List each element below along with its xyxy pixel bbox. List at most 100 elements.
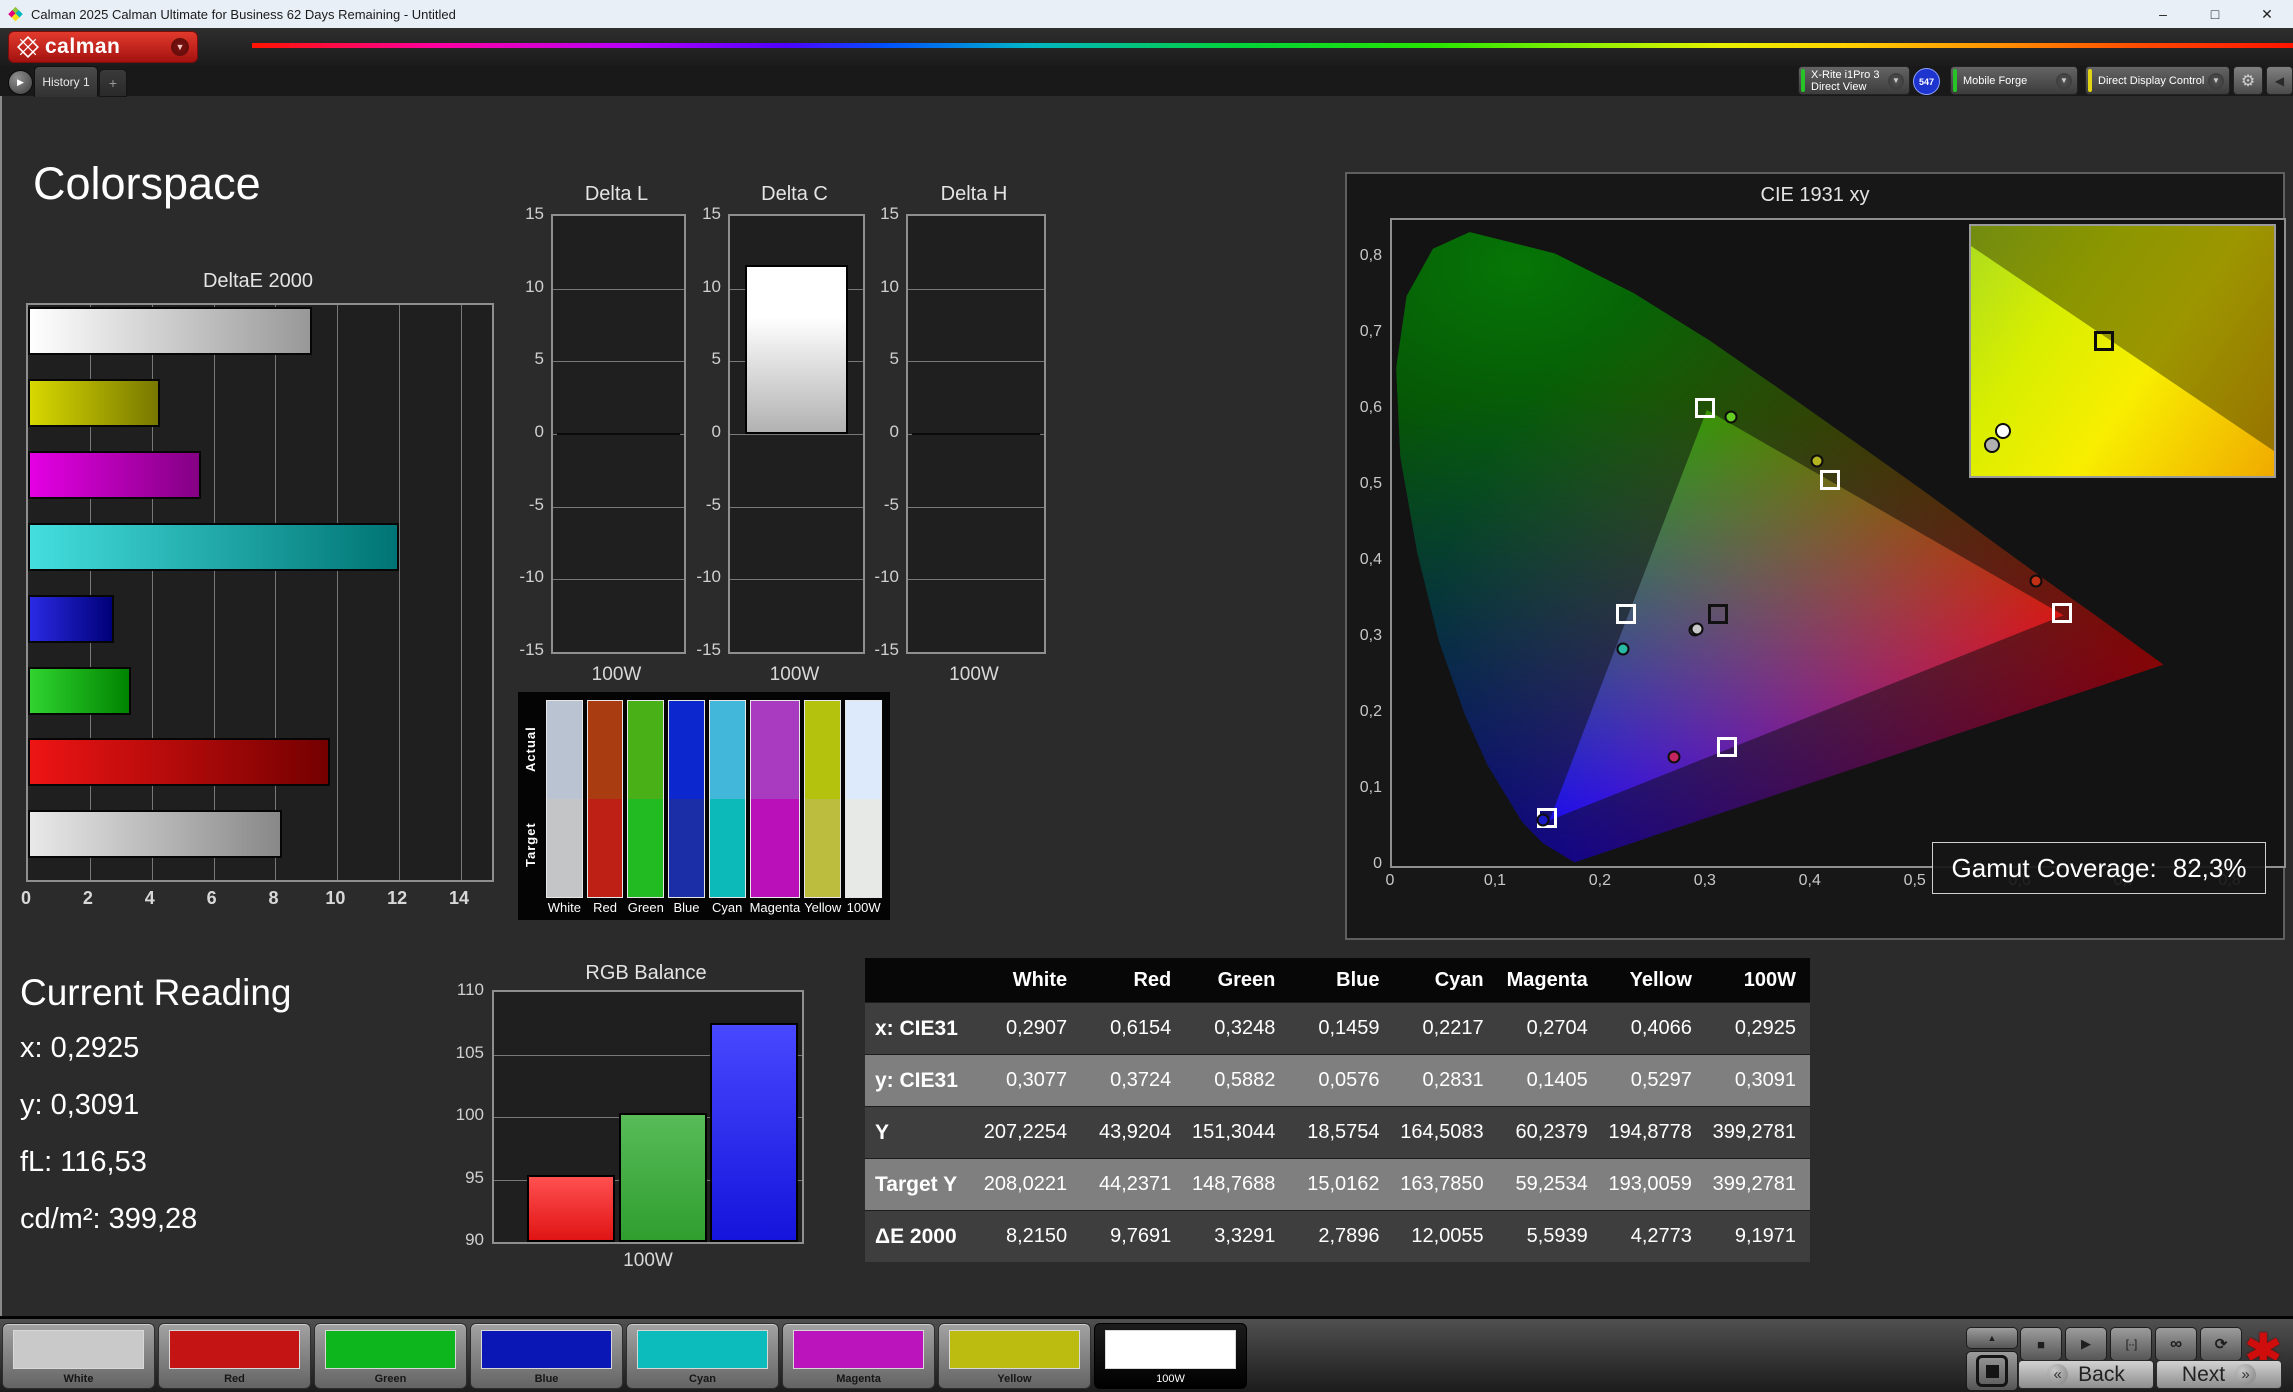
expand-transport-button[interactable]: ▲ — [1966, 1327, 2018, 1349]
rgb-balance-chart — [492, 990, 804, 1244]
pattern-button-cyan[interactable]: Cyan — [626, 1323, 779, 1389]
y-tick-label: 10 — [525, 277, 544, 297]
pattern-button-green[interactable]: Green — [314, 1323, 467, 1389]
source-status-stripe — [1953, 69, 1957, 92]
target-row-label: Target — [523, 797, 538, 892]
gridline — [553, 289, 684, 290]
x-tick-label: 10 — [325, 888, 345, 909]
column-header-magenta: Magenta — [1498, 969, 1602, 992]
gridline — [399, 305, 400, 880]
display-status-stripe — [2088, 69, 2092, 92]
current-reading-value: fL: 116,53 — [20, 1146, 147, 1179]
source-name: Mobile Forge — [1963, 75, 2027, 87]
settings-button[interactable]: ⚙ — [2233, 66, 2263, 95]
y-tick-label: 90 — [465, 1230, 484, 1250]
pattern-button-label: Yellow — [939, 1373, 1090, 1385]
pattern-button-label: 100W — [1095, 1373, 1246, 1385]
x-category-label: 100W — [592, 664, 642, 686]
deltae-bar-white — [28, 810, 282, 858]
swatch-label: Red — [587, 898, 624, 918]
chevron-down-icon: ▼ — [2208, 73, 2224, 89]
x-tick-label: 0 — [21, 888, 31, 909]
cie-x-tick-label: 0 — [1386, 872, 1395, 890]
current-reading-value: cd/m²: 399,28 — [20, 1203, 197, 1236]
pattern-window-button[interactable] — [1966, 1351, 2018, 1391]
gridline — [908, 579, 1044, 580]
gridline — [730, 579, 863, 580]
column-header-white: White — [977, 969, 1081, 992]
target-swatch — [846, 799, 881, 897]
pattern-button-white[interactable]: White — [2, 1323, 155, 1389]
table-cell: 399,2781 — [1706, 1173, 1810, 1196]
actual-swatch — [846, 701, 881, 799]
actual-swatch — [751, 701, 800, 799]
add-tab-button[interactable]: + — [99, 69, 127, 97]
read-series-button[interactable]: [··] — [2110, 1327, 2152, 1361]
close-button[interactable]: ✕ — [2241, 0, 2293, 28]
pattern-swatch — [13, 1330, 144, 1369]
deltae-bar-magenta — [28, 451, 201, 499]
pattern-button-blue[interactable]: Blue — [470, 1323, 623, 1389]
current-reading-title: Current Reading — [20, 972, 291, 1014]
minimize-button[interactable]: – — [2137, 0, 2189, 28]
cie-y-tick-label: 0,8 — [1360, 247, 1382, 265]
table-cell: 0,2907 — [977, 1017, 1081, 1040]
source-dropdown[interactable]: Mobile Forge ▼ — [1950, 66, 2078, 95]
column-header-100w: 100W — [1706, 969, 1810, 992]
pattern-button-label: Red — [159, 1373, 310, 1385]
y-tick-label: -5 — [529, 495, 544, 515]
chevron-down-icon: ▼ — [1888, 73, 1904, 89]
bottom-bar: White Red GreenBlueCyan Magenta Yellow 100W ▲… — [0, 1316, 2293, 1392]
gear-icon: ⚙ — [2241, 71, 2255, 91]
table-row: Y207,225443,9204151,304418,5754164,50836… — [865, 1106, 1810, 1158]
target-swatch — [588, 799, 623, 897]
next-button[interactable]: Next » — [2156, 1360, 2282, 1389]
delta-chart-title: Delta L — [551, 183, 682, 206]
refresh-button[interactable]: ⟳ — [2200, 1327, 2242, 1361]
target-swatch — [710, 799, 745, 897]
layout-nav-button[interactable]: ▶ — [8, 70, 33, 95]
y-tick-label: 15 — [525, 204, 544, 224]
y-tick-label: -15 — [696, 640, 721, 660]
pattern-button-red[interactable]: Red — [158, 1323, 311, 1389]
back-button[interactable]: « Back — [2018, 1360, 2154, 1389]
pattern-button-100w[interactable]: 100W — [1094, 1323, 1247, 1389]
chevron-down-icon: ▼ — [2056, 73, 2072, 89]
pattern-button-yellow[interactable]: Yellow — [938, 1323, 1091, 1389]
read-button[interactable]: ▶ — [2065, 1327, 2107, 1361]
pattern-button-label: Magenta — [783, 1373, 934, 1385]
table-row: y: CIE310,30770,37240,58820,05760,28310,… — [865, 1054, 1810, 1106]
tab-history-1[interactable]: History 1 — [34, 66, 98, 97]
target-swatch — [628, 799, 663, 897]
table-cell: 9,7691 — [1081, 1225, 1185, 1248]
deltae-bar-red — [28, 738, 330, 786]
swatch-column-blue: Blue — [668, 700, 705, 918]
stop-measure-button[interactable]: ■ — [2020, 1327, 2062, 1361]
zero-value-line — [912, 433, 1040, 435]
continuous-read-button[interactable]: ∞ — [2155, 1327, 2197, 1361]
logo-bar: calman ▼ — [0, 28, 2293, 66]
calman-menu-button[interactable]: calman ▼ — [8, 31, 198, 63]
table-cell: 12,0055 — [1394, 1225, 1498, 1248]
swatch-stack — [546, 700, 583, 898]
table-cell: 59,2534 — [1498, 1173, 1602, 1196]
maximize-button[interactable]: □ — [2189, 0, 2241, 28]
collapse-panel-button[interactable]: ◀ — [2266, 66, 2293, 95]
series-icon: [··] — [2126, 1337, 2137, 1351]
pattern-button-magenta[interactable]: Magenta — [782, 1323, 935, 1389]
display-control-dropdown[interactable]: Direct Display Control ▼ — [2085, 66, 2230, 95]
pattern-swatch — [481, 1330, 612, 1369]
pattern-swatch — [949, 1330, 1080, 1369]
cie-chart-title: CIE 1931 xy — [1347, 184, 2283, 207]
delta-h-chart — [906, 214, 1046, 654]
table-cell: 207,2254 — [977, 1121, 1081, 1144]
actual-swatch — [710, 701, 745, 799]
current-reading-value: y: 0,3091 — [20, 1089, 139, 1122]
meter-count-badge: 547 — [1913, 68, 1940, 95]
table-cell: 4,2773 — [1602, 1225, 1706, 1248]
pattern-window-icon — [1976, 1355, 2008, 1387]
pattern-swatch — [637, 1330, 768, 1369]
meter-dropdown[interactable]: X-Rite i1Pro 3 Direct View ▼ — [1798, 66, 1910, 95]
cie-y-tick-label: 0 — [1373, 855, 1382, 873]
zero-value-line — [557, 433, 680, 435]
